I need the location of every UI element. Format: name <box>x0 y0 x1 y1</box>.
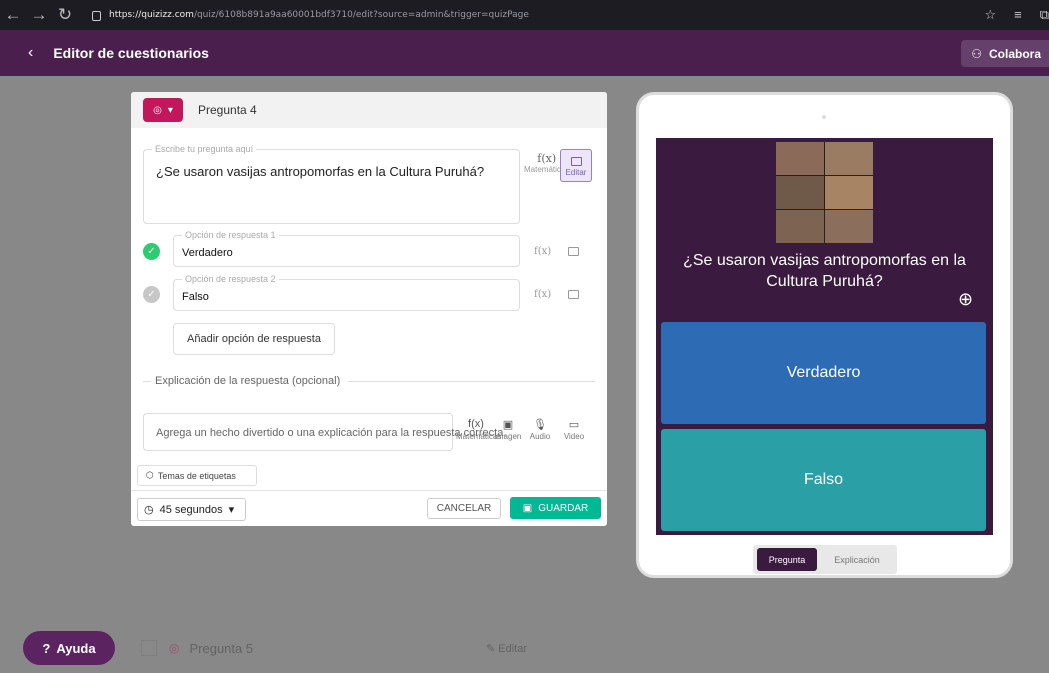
bookmark-star-icon[interactable]: ☆ <box>984 7 996 23</box>
page-title: Editor de cuestionarios <box>53 45 209 61</box>
question-image[interactable] <box>776 142 873 243</box>
correct-toggle-1[interactable]: ✓ <box>143 243 160 260</box>
answer-option-1[interactable]: Opción de respuesta 1 Verdadero <box>173 230 520 267</box>
cancel-button[interactable]: CANCELAR <box>427 498 501 519</box>
time-select[interactable]: ◷ 45 segundos ▾ <box>137 498 246 521</box>
edit-image-button[interactable]: Editar <box>560 149 592 182</box>
explanation-image-button[interactable]: ▣ Imagen <box>491 418 525 441</box>
chevron-down-icon: ▾ <box>228 504 235 516</box>
edit-image-label: Editar <box>565 168 587 177</box>
target-icon: ◎ <box>153 104 162 116</box>
explanation-video-button[interactable]: ▭ Video <box>557 418 591 441</box>
extensions-icon[interactable]: ⧉ <box>1040 7 1049 23</box>
question-mark-icon: ? <box>42 640 51 656</box>
tags-button[interactable]: ⬡ Temas de etiquetas <box>137 465 257 486</box>
add-person-icon: ⚇ <box>971 46 982 61</box>
video-icon: ▭ <box>568 419 580 431</box>
reload-icon[interactable]: ↻ <box>52 5 78 25</box>
tags-label: Temas de etiquetas <box>157 470 236 481</box>
image-icon <box>570 157 582 166</box>
option-legend-2: Opción de respuesta 2 <box>182 274 279 284</box>
option-text-2: Falso <box>182 291 209 303</box>
reading-list-icon[interactable]: ≡ <box>1014 7 1022 23</box>
tab-question[interactable]: Pregunta <box>757 548 817 571</box>
preview-question-text: ¿Se usaron vasijas antropomorfas en la C… <box>683 252 966 290</box>
zoom-in-icon[interactable]: ⊕ <box>958 289 973 310</box>
option-2-math-icon[interactable]: f(x) <box>534 289 551 300</box>
fx-icon: f(x) <box>537 152 557 165</box>
explanation-heading: Explicación de la respuesta (opcional) <box>155 375 595 387</box>
next-question-row[interactable]: ◎ Pregunta 5 ✎ Editar <box>141 633 607 663</box>
back-arrow-icon[interactable]: ← <box>0 5 26 25</box>
preview-tabs: Pregunta Explicación <box>753 545 897 574</box>
divider <box>143 381 151 382</box>
preview-answer-2[interactable]: Falso <box>661 429 986 531</box>
url-path: /quiz/6108b891a9aa60001bdf3710/edit?sour… <box>193 10 529 20</box>
browser-toolbar: ← → ↻ https://quizizz.com/quiz/6108b891a… <box>0 0 1049 30</box>
camera-dot <box>822 115 826 119</box>
drag-handle-icon[interactable] <box>141 640 157 656</box>
lock-icon <box>92 11 101 21</box>
editor-footer: ◷ 45 segundos ▾ CANCELAR ▣ GUARDAR <box>131 490 607 526</box>
preview-answer-1[interactable]: Verdadero <box>661 322 986 424</box>
forward-arrow-icon[interactable]: → <box>26 5 52 25</box>
option-2-image-icon[interactable] <box>568 290 579 299</box>
answer-option-2[interactable]: Opción de respuesta 2 Falso <box>173 274 520 311</box>
explanation-math-button[interactable]: f(x) Matemáticas <box>456 418 501 441</box>
target-icon: ◎ <box>169 641 180 655</box>
app-header: ‹ Editor de cuestionarios ⚇ Colabora <box>0 30 1049 76</box>
question-number: Pregunta 4 <box>198 103 257 117</box>
tag-icon: ⬡ <box>146 470 154 480</box>
option-1-math-icon[interactable]: f(x) <box>534 246 551 257</box>
save-button[interactable]: ▣ GUARDAR <box>510 497 601 519</box>
question-text: ¿Se usaron vasijas antropomorfas en la C… <box>156 164 485 179</box>
help-label: Ayuda <box>56 640 96 656</box>
option-legend-1: Opción de respuesta 1 <box>182 230 279 240</box>
clock-icon: ◷ <box>144 504 154 516</box>
question-input[interactable]: Escribe tu pregunta aquí ¿Se usaron vasi… <box>143 144 520 224</box>
address-bar[interactable]: https://quizizz.com/quiz/6108b891a9aa600… <box>92 10 529 21</box>
question-legend: Escribe tu pregunta aquí <box>152 144 257 154</box>
collaborate-button[interactable]: ⚇ Colabora <box>961 40 1049 67</box>
question-type-selector[interactable]: ◎ ▾ <box>143 98 183 122</box>
microphone-icon: 🎙 <box>533 419 547 431</box>
preview-screen: ¿Se usaron vasijas antropomorfas en la C… <box>656 138 993 535</box>
correct-toggle-2[interactable]: ✓ <box>143 286 160 303</box>
help-button[interactable]: ? Ayuda <box>23 631 115 665</box>
add-option-button[interactable]: Añadir opción de respuesta <box>173 323 335 355</box>
save-label: GUARDAR <box>538 502 589 514</box>
time-value: 45 segundos <box>159 503 223 516</box>
preview-tablet: ¿Se usaron vasijas antropomorfas en la C… <box>636 92 1013 578</box>
chevron-down-icon: ▾ <box>167 104 173 116</box>
option-1-image-icon[interactable] <box>568 247 579 256</box>
question-editor: ◎ ▾ Pregunta 4 Escribe tu pregunta aquí … <box>131 92 607 526</box>
edit-next-question-button[interactable]: ✎ Editar <box>486 642 527 655</box>
collaborate-label: Colabora <box>988 46 1041 61</box>
next-question-label: Pregunta 5 <box>189 640 254 656</box>
option-text-1: Verdadero <box>182 247 233 259</box>
floppy-disk-icon: ▣ <box>522 502 533 514</box>
back-chevron-icon[interactable]: ‹ <box>28 44 33 62</box>
tab-explanation[interactable]: Explicación <box>817 555 897 565</box>
explanation-input[interactable]: Agrega un hecho divertido o una explicac… <box>143 413 506 451</box>
url-host: https://quizizz.com <box>109 10 194 20</box>
explanation-audio-button[interactable]: 🎙 Audio <box>523 418 557 441</box>
editor-header: ◎ ▾ Pregunta 4 <box>131 92 607 128</box>
